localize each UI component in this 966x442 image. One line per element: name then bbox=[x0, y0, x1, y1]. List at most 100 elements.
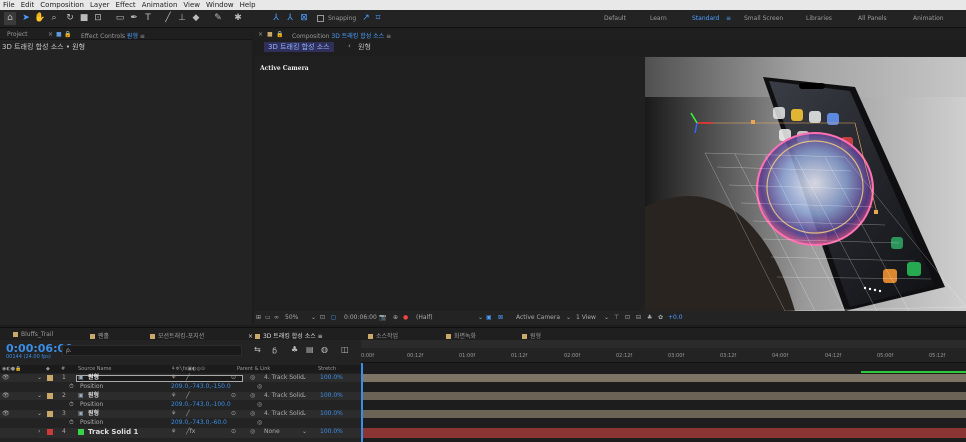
source-name-header[interactable]: Source Name bbox=[78, 365, 112, 373]
stretch-value[interactable]: 100.0% bbox=[320, 410, 343, 418]
stopwatch-icon[interactable]: ⏱ bbox=[69, 383, 74, 391]
world-axis-icon[interactable]: ⅄ bbox=[284, 12, 296, 25]
transparency-icon[interactable]: ⊠ bbox=[498, 311, 503, 325]
tab-effect-controls[interactable]: Effect Controls 원형 ≡ bbox=[81, 31, 145, 40]
tab-3d-tracking-comp[interactable]: × 3D 트래킹 합성 소스 ≡ bbox=[248, 331, 323, 340]
chevron-down-icon[interactable]: ⌄ bbox=[37, 374, 42, 382]
home-icon[interactable]: ⌂ bbox=[4, 12, 16, 25]
draft-3d-icon[interactable]: ⊡ bbox=[625, 311, 630, 325]
label-color-swatch[interactable] bbox=[47, 375, 53, 381]
snap-grid-icon[interactable]: ⌗ bbox=[372, 12, 384, 25]
label-color-swatch[interactable] bbox=[47, 393, 53, 399]
views-select[interactable]: 1 View bbox=[576, 311, 596, 325]
stopwatch-icon[interactable]: ⏱ bbox=[69, 401, 74, 409]
property-row[interactable]: ⏱ Position 209.0,-743.0,-100.0 ◎ bbox=[0, 401, 361, 409]
tab-close-icon[interactable]: × bbox=[48, 31, 53, 38]
menu-layer[interactable]: Layer bbox=[87, 1, 113, 9]
workspace-small-screen[interactable]: Small Screen bbox=[744, 15, 783, 22]
layer-row[interactable]: › 4 Track Solid 1 ⚘ ╱fx ⊙ ◎ None ⌄ 100.0… bbox=[0, 428, 361, 438]
stretch-value[interactable]: 100.0% bbox=[320, 374, 343, 382]
eye-icon[interactable]: 👁 bbox=[2, 374, 10, 382]
shy-switch-icon[interactable]: ⚘ bbox=[171, 392, 176, 400]
chevron-down-icon[interactable]: ⌄ bbox=[311, 311, 316, 325]
property-value[interactable]: 209.0,-743.0,-150.0 bbox=[171, 383, 231, 391]
graph-editor-icon[interactable]: ◫ bbox=[341, 345, 349, 354]
label-color-swatch[interactable] bbox=[47, 411, 53, 417]
workspace-default[interactable]: Default bbox=[604, 15, 626, 22]
work-area-bar[interactable] bbox=[361, 340, 966, 348]
camera-select[interactable]: Active Camera bbox=[516, 311, 560, 325]
zoom-value[interactable]: 50% bbox=[285, 311, 298, 325]
workspace-all-panels[interactable]: All Panels bbox=[858, 15, 887, 22]
motion-blur-icon[interactable]: ◍ bbox=[321, 345, 328, 354]
fit-icon[interactable]: ⊡ bbox=[320, 311, 325, 325]
tab-source-work[interactable]: 소스작업 bbox=[368, 331, 398, 340]
zoom-tool-icon[interactable]: ⌕ bbox=[48, 12, 60, 25]
workspace-learn[interactable]: Learn bbox=[650, 15, 667, 22]
eye-icon[interactable]: 👁 bbox=[2, 392, 10, 400]
snapping-checkbox[interactable] bbox=[317, 15, 324, 22]
vr-icon[interactable]: ∞ bbox=[274, 311, 279, 325]
eraser-tool-icon[interactable]: ◆ bbox=[190, 12, 202, 25]
stretch-value[interactable]: 100.0% bbox=[320, 392, 343, 400]
layer-bar[interactable] bbox=[363, 374, 966, 382]
tab-bluffs-trail[interactable]: Bluffs_Trail bbox=[13, 331, 53, 338]
transparency-grid-icon[interactable]: ▣ bbox=[486, 311, 492, 325]
pickwhip-icon[interactable]: ◎ bbox=[250, 410, 255, 418]
always-preview-icon[interactable]: ⊞ bbox=[256, 311, 261, 325]
parent-select[interactable]: None bbox=[264, 428, 280, 436]
layer-name[interactable]: 원형 bbox=[88, 392, 99, 400]
expression-pickwhip-icon[interactable]: ◎ bbox=[257, 419, 262, 427]
chevron-down-icon[interactable]: ⌄ bbox=[302, 410, 307, 418]
layer-search-input[interactable]: ρ. bbox=[62, 345, 242, 356]
hand-tool-icon[interactable]: ✋ bbox=[34, 12, 46, 25]
menu-help[interactable]: Help bbox=[237, 1, 259, 9]
workspace-libraries[interactable]: Libraries bbox=[806, 15, 832, 22]
chevron-down-icon[interactable]: ⌄ bbox=[37, 392, 42, 400]
layer-bar[interactable] bbox=[363, 428, 966, 438]
color-channel-icon[interactable]: ● bbox=[403, 311, 408, 325]
stopwatch-icon[interactable]: ⏱ bbox=[69, 419, 74, 427]
menu-view[interactable]: View bbox=[180, 1, 203, 9]
tab-close-icon[interactable]: × bbox=[258, 31, 263, 38]
monitor-icon[interactable]: ▭ bbox=[265, 311, 271, 325]
parent-select[interactable]: 4. Track Solid bbox=[264, 392, 304, 400]
3d-layer-switch-icon[interactable]: ⊙ bbox=[231, 410, 236, 418]
layer-name[interactable]: Track Solid 1 bbox=[88, 428, 138, 436]
comp-subtab-other[interactable]: 원형 bbox=[358, 42, 371, 52]
exposure-value[interactable]: +0.0 bbox=[668, 311, 683, 325]
parent-link-header[interactable]: Parent & Link bbox=[237, 365, 270, 373]
menu-animation[interactable]: Animation bbox=[139, 1, 181, 9]
quality-switch-icon[interactable]: ╱ bbox=[186, 392, 190, 400]
menu-file[interactable]: File bbox=[0, 1, 18, 9]
workspace-animation[interactable]: Animation bbox=[913, 15, 944, 22]
clone-stamp-tool-icon[interactable]: ⊥ bbox=[176, 12, 188, 25]
tab-panhole[interactable]: 팬홀 bbox=[90, 331, 109, 340]
local-axis-icon[interactable]: ⅄ bbox=[270, 12, 282, 25]
tab-screen-recording[interactable]: 화면녹화 bbox=[446, 331, 476, 340]
frame-blending-icon[interactable]: ▤ bbox=[306, 345, 314, 354]
shy-switch-icon[interactable]: ⚘ bbox=[171, 374, 176, 382]
comp-subtab-active[interactable]: 3D 트래킹 합성 소스 bbox=[264, 42, 334, 52]
chevron-down-icon[interactable]: ⌄ bbox=[566, 311, 571, 325]
pickwhip-icon[interactable]: ◎ bbox=[250, 374, 255, 382]
panel-menu-icon[interactable]: ≡ bbox=[316, 333, 323, 340]
resolution-select[interactable]: (Half) bbox=[416, 311, 433, 325]
layer-name[interactable]: 원형 bbox=[88, 374, 99, 382]
snap-options-icon[interactable]: ↗ bbox=[360, 12, 372, 25]
tab-composition[interactable]: Composition 3D 트래킹 합성 소스 ≡ bbox=[292, 31, 391, 40]
pan-behind-tool-icon[interactable]: ⊡ bbox=[92, 12, 104, 25]
chevron-down-icon[interactable]: ⌄ bbox=[302, 374, 307, 382]
toggle-pixel-aspect-icon[interactable]: ⊤ bbox=[614, 311, 619, 325]
eye-icon[interactable]: 👁 bbox=[2, 410, 10, 418]
property-value[interactable]: 209.0,-743.0,-60.0 bbox=[171, 419, 227, 427]
tab-circle[interactable]: 원형 bbox=[522, 331, 541, 340]
property-row[interactable]: ⏱ Position 209.0,-743.0,-60.0 ◎ bbox=[0, 419, 361, 427]
menu-effect[interactable]: Effect bbox=[113, 1, 139, 9]
brush-tool-icon[interactable]: ╱ bbox=[162, 12, 174, 25]
time-ruler[interactable]: 0:00f 00:12f 01:00f 01:12f 02:00f 02:12f… bbox=[361, 348, 966, 363]
menu-composition[interactable]: Composition bbox=[37, 1, 87, 9]
chevron-down-icon[interactable]: ⌄ bbox=[604, 311, 609, 325]
comp-mini-flowchart-icon[interactable]: ⇆ bbox=[254, 345, 261, 354]
chevron-right-icon[interactable]: › bbox=[38, 428, 40, 436]
